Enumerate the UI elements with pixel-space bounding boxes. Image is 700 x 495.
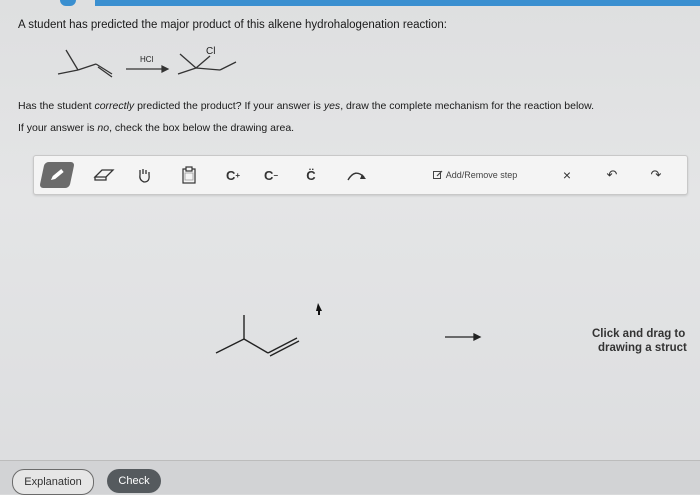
prompt-text: , draw the complete mechanism for the re…	[340, 100, 595, 112]
redo-icon[interactable]: ↷	[648, 162, 664, 188]
drawing-canvas[interactable]: Click and drag to drawing a struct	[0, 195, 700, 460]
question-text: A student has predicted the major produc…	[18, 19, 447, 31]
prompt-line-1: Has the student correctly predicted the …	[18, 100, 594, 112]
prompt-emphasis: no	[97, 122, 110, 134]
prompt-emphasis: yes	[323, 100, 341, 112]
lone-pair-tool[interactable]: C̈	[302, 162, 320, 188]
prompt-line-2: If your answer is no, check the box belo…	[18, 122, 294, 134]
edit-icon	[432, 170, 443, 179]
collapse-chevron-icon[interactable]	[60, 0, 76, 6]
cplus-sup: +	[235, 170, 241, 180]
drag-hint-line-1: Click and drag to	[592, 328, 686, 340]
cminus-sup: −	[273, 170, 279, 180]
cminus-base: C	[263, 167, 274, 183]
add-remove-step-button[interactable]: Add/Remove step	[420, 162, 530, 188]
prompt-text: If your answer is	[18, 122, 98, 134]
undo-icon[interactable]: ↶	[604, 162, 620, 188]
prompt-emphasis: correctly	[94, 100, 135, 112]
prompt-text: Has the student	[18, 100, 95, 112]
top-accent-strip	[95, 0, 700, 6]
mouse-cursor-icon	[316, 303, 322, 315]
hand-icon[interactable]	[134, 162, 154, 188]
reactant-structure	[57, 49, 113, 78]
drag-hint-line-2: drawing a struct	[598, 342, 687, 354]
canvas-arrow	[445, 332, 482, 342]
prompt-text: predicted the product? If your answer is	[134, 100, 324, 112]
canvas-alkene-structure	[215, 315, 300, 357]
cplus-base: C	[225, 167, 236, 183]
carbocation-tool[interactable]: C +	[224, 162, 242, 188]
clipboard-icon[interactable]	[180, 162, 198, 188]
curved-arrow-icon[interactable]	[344, 162, 370, 188]
explanation-button[interactable]: Explanation	[12, 469, 94, 495]
chlorine-label: Cl	[206, 46, 216, 57]
pencil-icon[interactable]	[39, 162, 75, 188]
reagent-label: HCl	[140, 55, 154, 64]
page: A student has predicted the major produc…	[0, 0, 700, 495]
close-icon[interactable]: ×	[559, 162, 575, 188]
add-step-label: Add/Remove step	[445, 170, 518, 180]
footer-bar: Explanation Check	[0, 460, 700, 495]
check-button[interactable]: Check	[107, 469, 161, 493]
eraser-icon[interactable]	[92, 162, 116, 188]
product-structure	[177, 53, 237, 75]
prompt-text: , check the box below the drawing area.	[109, 122, 295, 134]
reaction-arrow	[126, 65, 170, 73]
drawing-toolbar: C + C − C̈ Add/Remove step × ↶ ↷	[33, 155, 688, 195]
drag-hint: Click and drag to drawing a struct	[592, 327, 687, 355]
carbanion-tool[interactable]: C −	[262, 162, 280, 188]
reaction-scheme	[57, 49, 237, 78]
